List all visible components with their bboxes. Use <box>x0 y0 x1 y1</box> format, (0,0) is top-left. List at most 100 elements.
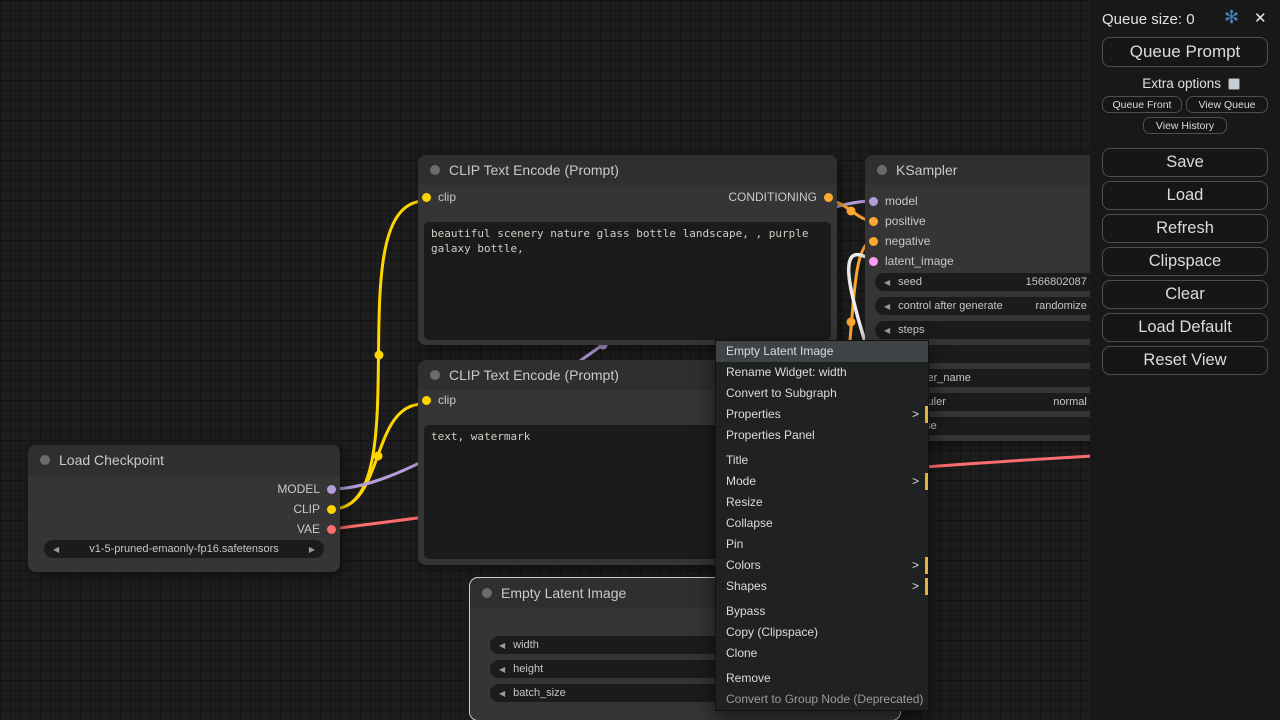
input-label: clip <box>438 393 456 407</box>
node-collapse-dot-icon[interactable] <box>40 455 50 465</box>
node-title-bar[interactable]: CLIP Text Encode (Prompt) <box>418 155 837 185</box>
menu-item-convert-to-subgraph[interactable]: Convert to Subgraph <box>716 383 928 404</box>
output-slot-vae[interactable]: VAE <box>297 519 336 539</box>
menu-item-clone[interactable]: Clone <box>716 643 928 664</box>
positive-input-dot[interactable] <box>869 217 878 226</box>
menu-item-properties-panel[interactable]: Properties Panel <box>716 425 928 446</box>
latent-image-input-dot[interactable] <box>869 257 878 266</box>
menu-item-collapse[interactable]: Collapse <box>716 513 928 534</box>
node-title: Load Checkpoint <box>59 452 164 468</box>
submenu-arrow-icon: > <box>912 555 919 576</box>
decrement-arrow-icon[interactable]: ◀ <box>499 689 505 698</box>
close-icon[interactable]: ✕ <box>1254 9 1267 27</box>
menu-item-label: Rename Widget: width <box>726 365 847 379</box>
view-history-button[interactable]: View History <box>1143 117 1227 134</box>
clip-output-dot[interactable] <box>327 505 336 514</box>
node-load-checkpoint[interactable]: Load Checkpoint MODEL CLIPVAE ◀ v1-5-prun… <box>28 445 340 572</box>
widget-value: 1566802087 <box>1026 276 1087 288</box>
model-input-dot[interactable] <box>869 197 878 206</box>
save-button[interactable]: Save <box>1102 148 1268 177</box>
widget-label: control after generate <box>898 300 1003 312</box>
node-collapse-dot-icon[interactable] <box>877 165 887 175</box>
load-button[interactable]: Load <box>1102 181 1268 210</box>
menu-item-label: Title <box>726 453 748 467</box>
prompt-textarea[interactable]: beautiful scenery nature glass bottle la… <box>424 222 831 340</box>
settings-gear-icon[interactable]: ✻ <box>1224 7 1239 28</box>
reset-view-button[interactable]: Reset View <box>1102 346 1268 375</box>
extra-options-checkbox[interactable] <box>1228 78 1240 90</box>
menu-item-empty-latent-image[interactable]: Empty Latent Image <box>716 341 928 362</box>
node-title-bar[interactable]: Load Checkpoint <box>28 445 340 475</box>
queue-prompt-button[interactable]: Queue Prompt <box>1102 37 1268 67</box>
model-output-dot[interactable] <box>327 485 336 494</box>
increment-arrow-icon[interactable]: ▶ <box>309 545 315 554</box>
menu-item-properties[interactable]: Properties> <box>716 404 928 425</box>
refresh-button[interactable]: Refresh <box>1102 214 1268 243</box>
input-slot-clip[interactable]: clip <box>422 390 456 410</box>
input-slot-positive[interactable]: positive <box>869 211 926 231</box>
submenu-arrow-icon: > <box>912 576 919 597</box>
queue-front-button[interactable]: Queue Front <box>1102 96 1182 113</box>
decrement-arrow-icon[interactable]: ◀ <box>884 278 890 287</box>
output-slot-model[interactable]: MODEL <box>277 479 336 499</box>
node-canvas[interactable]: Load Checkpoint MODEL CLIPVAE ◀ v1-5-prun… <box>0 0 1280 720</box>
node-collapse-dot-icon[interactable] <box>430 370 440 380</box>
node-collapse-dot-icon[interactable] <box>430 165 440 175</box>
decrement-arrow-icon[interactable]: ◀ <box>499 641 505 650</box>
negative-input-dot[interactable] <box>869 237 878 246</box>
clip-input-dot[interactable] <box>422 193 431 202</box>
widget-seed[interactable]: ◀seed1566802087▶ <box>875 273 1110 291</box>
menu-item-bypass[interactable]: Bypass <box>716 601 928 622</box>
menu-item-title[interactable]: Title <box>716 450 928 471</box>
clear-button[interactable]: Clear <box>1102 280 1268 309</box>
view-queue-button[interactable]: View Queue <box>1186 96 1268 113</box>
menu-item-convert-to-group-node-deprecated[interactable]: Convert to Group Node (Deprecated) <box>716 689 928 710</box>
menu-item-label: Convert to Group Node (Deprecated) <box>726 692 923 706</box>
widget-label: width <box>513 639 539 651</box>
menu-item-rename-widget-width[interactable]: Rename Widget: width <box>716 362 928 383</box>
node-title: KSampler <box>896 162 957 178</box>
input-slot-clip[interactable]: clip <box>422 187 456 207</box>
decrement-arrow-icon[interactable]: ◀ <box>884 302 890 311</box>
output-slot-conditioning[interactable]: CONDITIONING <box>728 187 833 207</box>
menu-item-pin[interactable]: Pin <box>716 534 928 555</box>
menu-item-mode[interactable]: Mode> <box>716 471 928 492</box>
ckpt-name-widget[interactable]: ◀ v1-5-pruned-emaonly-fp16.safetensors ▶ <box>44 540 324 558</box>
widget-control-after-generate[interactable]: ◀control after generaterandomize▶ <box>875 297 1110 315</box>
node-collapse-dot-icon[interactable] <box>482 588 492 598</box>
widget-label: batch_size <box>513 687 566 699</box>
menu-item-copy-clipspace[interactable]: Copy (Clipspace) <box>716 622 928 643</box>
menu-item-resize[interactable]: Resize <box>716 492 928 513</box>
clip-input-dot[interactable] <box>422 396 431 405</box>
decrement-arrow-icon[interactable]: ◀ <box>884 326 890 335</box>
menu-item-label: Mode <box>726 474 756 488</box>
decrement-arrow-icon[interactable]: ◀ <box>499 665 505 674</box>
menu-item-label: Properties <box>726 407 781 421</box>
conditioning-output-dot[interactable] <box>824 193 833 202</box>
input-label: model <box>885 194 918 208</box>
load-default-button[interactable]: Load Default <box>1102 313 1268 342</box>
input-slot-model[interactable]: model <box>869 191 918 211</box>
input-label: negative <box>885 234 930 248</box>
widget-steps[interactable]: ◀steps▶ <box>875 321 1110 339</box>
menu-item-remove[interactable]: Remove <box>716 668 928 689</box>
node-clip-text-encode-positive[interactable]: CLIP Text Encode (Prompt) clip CONDITION… <box>418 155 837 345</box>
wire-dot <box>375 351 384 360</box>
ckpt-name-value: v1-5-pruned-emaonly-fp16.safetensors <box>59 543 309 555</box>
vae-output-dot[interactable] <box>327 525 336 534</box>
widget-value: normal <box>1053 396 1087 408</box>
menu-item-colors[interactable]: Colors> <box>716 555 928 576</box>
output-label: MODEL <box>277 482 320 496</box>
node-title: CLIP Text Encode (Prompt) <box>449 367 619 383</box>
wire-dot <box>374 452 383 461</box>
input-slot-latent-image[interactable]: latent_image <box>869 251 954 271</box>
clipspace-button[interactable]: Clipspace <box>1102 247 1268 276</box>
node-title-bar[interactable]: KSampler <box>865 155 1120 185</box>
output-slot-clip[interactable]: CLIP <box>293 499 336 519</box>
menu-item-shapes[interactable]: Shapes> <box>716 576 928 597</box>
submenu-indicator <box>925 578 928 595</box>
input-slot-negative[interactable]: negative <box>869 231 930 251</box>
wire-dot <box>847 207 856 216</box>
comfy-menu-panel: Queue size: 0 ✻ ✕ Queue Prompt Extra opt… <box>1090 0 1280 720</box>
extra-options-label: Extra options <box>1142 76 1221 91</box>
